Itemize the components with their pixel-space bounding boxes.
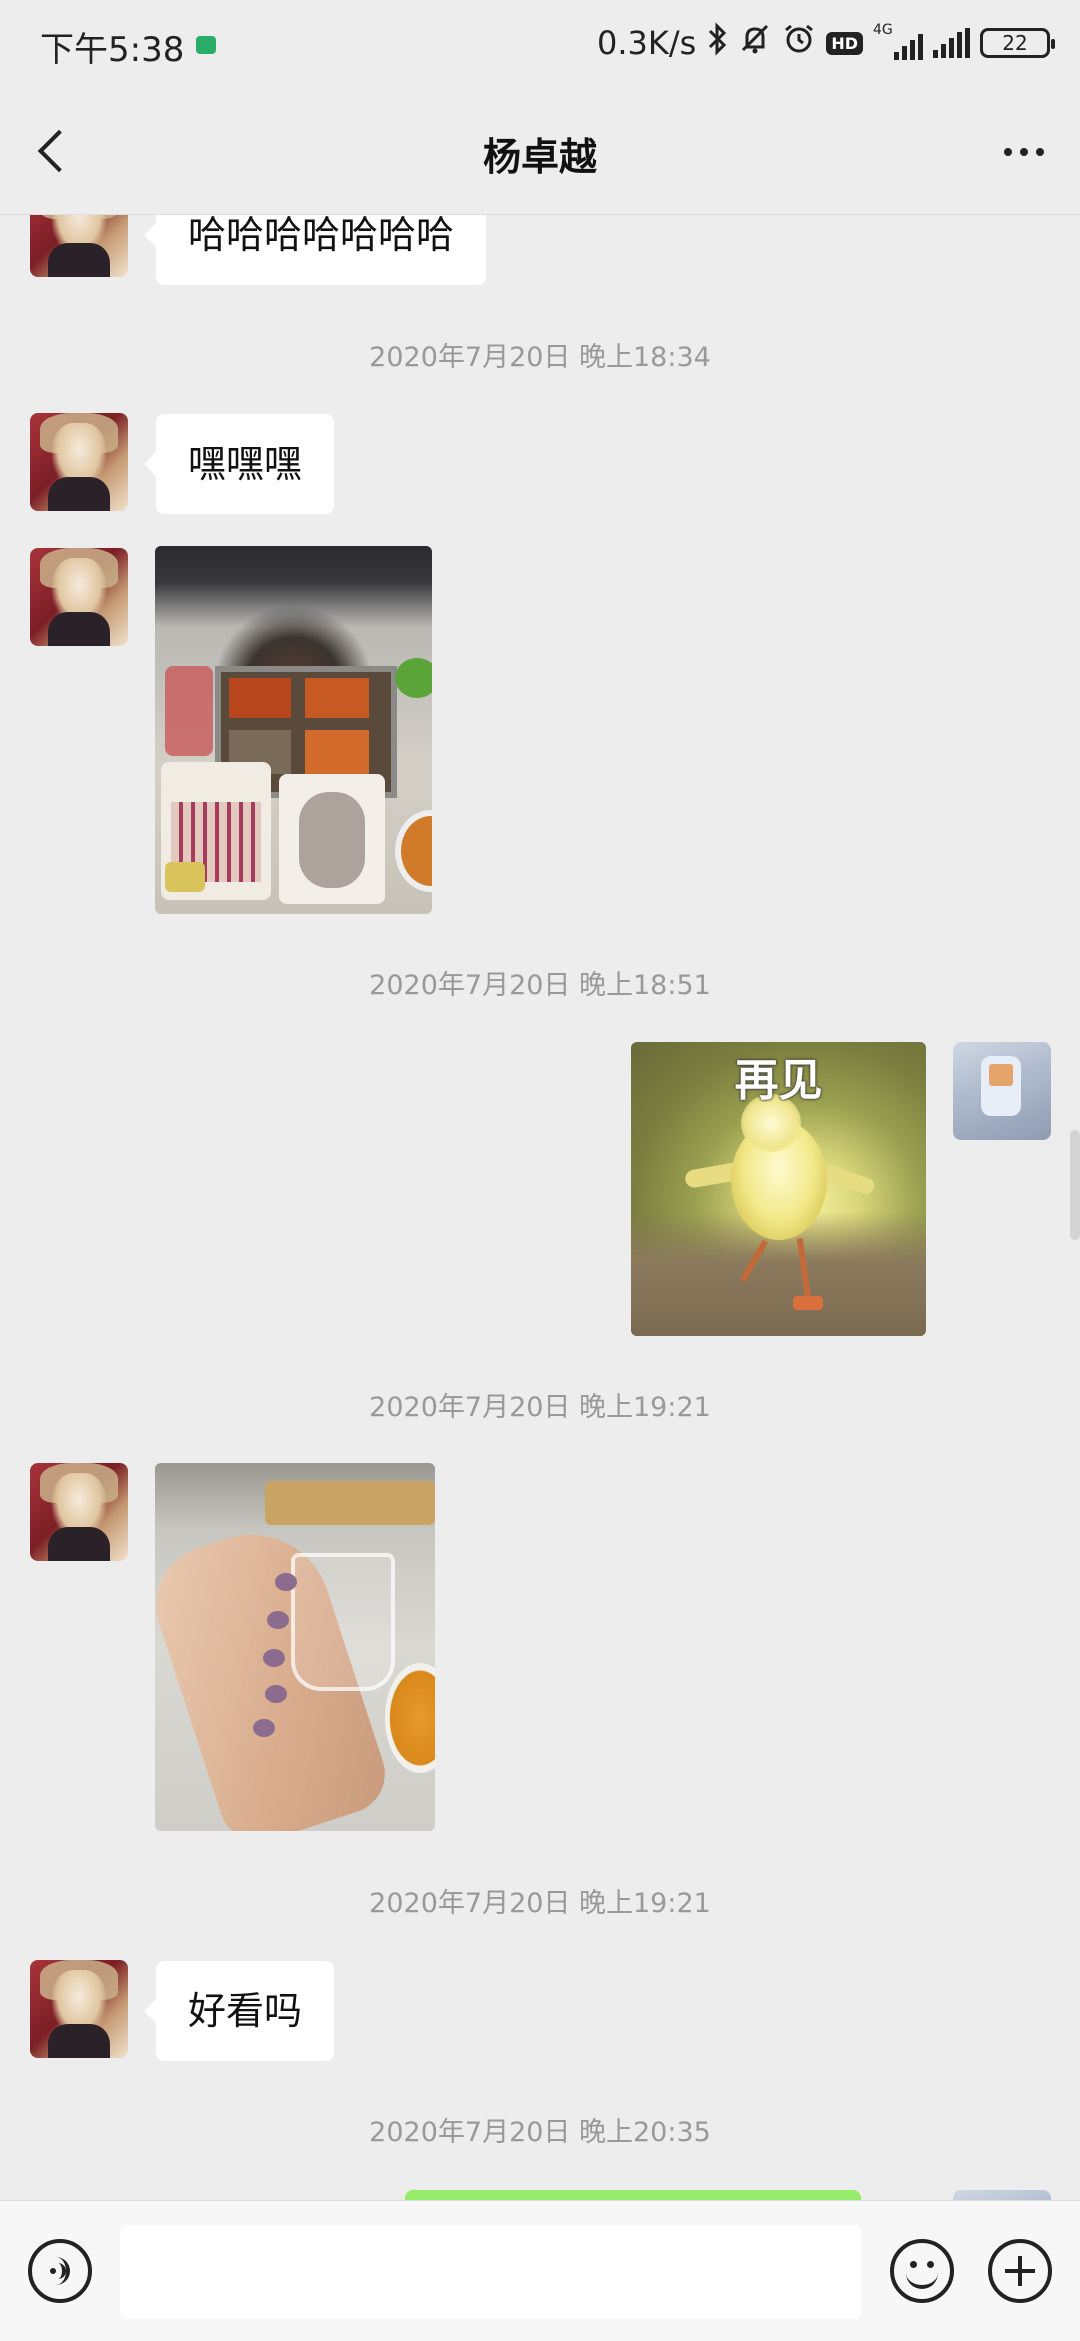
scrollbar[interactable] [1070,1130,1080,1240]
timestamp: 2020年7月20日 晚上18:34 [369,342,711,373]
timestamp: 2020年7月20日 晚上18:51 [369,970,711,1001]
contact-avatar[interactable] [30,548,128,646]
net-speed: 0.3K/s [597,24,697,62]
network-type: 4G [873,22,893,38]
emoji-button[interactable] [890,2239,954,2303]
mute-icon [738,22,772,64]
timestamp: 2020年7月20日 晚上19:21 [369,1392,711,1423]
voice-button[interactable] [28,2239,92,2303]
chat-header: 杨卓越 [0,90,1080,215]
chat-messages[interactable]: 哈哈哈哈哈哈哈 2020年7月20日 晚上18:34 嘿嘿嘿 2020年7月20… [0,215,1080,2200]
status-time: 下午5:38 [40,30,185,70]
signal-icon: 4G [873,22,923,60]
image-message-nails[interactable] [155,1463,435,1831]
message-bubble[interactable]: 好看吗 [143,1961,335,2061]
message-bubble[interactable]: 哈哈哈哈哈哈哈 [143,215,487,285]
more-dots-icon [1004,148,1012,156]
contact-avatar[interactable] [30,1960,128,2058]
message-bubble-sent[interactable] [405,2190,861,2200]
battery-level: 22 [1002,31,1028,55]
message-bubble[interactable]: 嘿嘿嘿 [143,414,335,514]
message-input[interactable] [120,2225,862,2319]
timestamp: 2020年7月20日 晚上20:35 [369,2117,711,2148]
alarm-icon [782,22,816,64]
status-bar: 下午5:38 0.3K/s HD 4G 22 [0,0,1080,90]
battery-icon: 22 [980,28,1055,58]
contact-avatar[interactable] [30,413,128,511]
my-avatar[interactable] [953,2190,1051,2200]
chat-title: 杨卓越 [482,135,597,179]
input-bar [0,2200,1080,2341]
my-avatar[interactable] [953,1042,1051,1140]
status-icons: 0.3K/s HD 4G 22 [597,18,1055,68]
bluetooth-icon [706,22,728,64]
more-button[interactable] [994,130,1054,174]
hd-icon: HD [826,31,863,55]
sticker-message[interactable]: 再见 [631,1042,926,1336]
more-functions-button[interactable] [988,2239,1052,2303]
sticker-caption: 再见 [734,1055,823,1106]
contact-avatar[interactable] [30,1463,128,1561]
signal-icon [933,28,970,58]
timestamp: 2020年7月20日 晚上19:21 [369,1888,711,1919]
contact-avatar[interactable] [30,215,128,277]
wechat-notification-icon [196,36,216,54]
image-message-hotpot[interactable] [155,546,432,914]
